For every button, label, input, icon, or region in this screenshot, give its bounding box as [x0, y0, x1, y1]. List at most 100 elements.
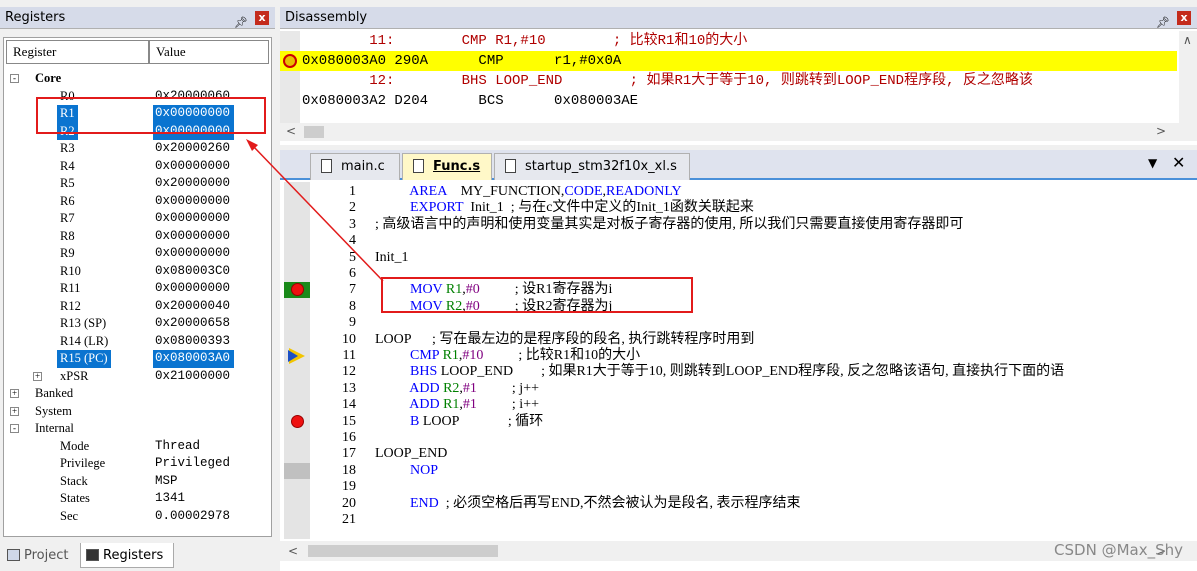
- register-row[interactable]: R10 0x080003C0: [4, 263, 271, 281]
- collapse-icon[interactable]: -: [10, 424, 19, 433]
- code-token: READONLY: [606, 184, 682, 199]
- register-row[interactable]: R4 0x00000000: [4, 158, 271, 176]
- code-line[interactable]: 15 B LOOP ; 循环: [280, 414, 1197, 430]
- scroll-thumb[interactable]: [308, 545, 498, 557]
- code-line[interactable]: 13 ADD R2,#1 ; j++: [280, 381, 1197, 397]
- register-value[interactable]: MSP: [155, 473, 178, 491]
- expand-icon[interactable]: +: [10, 389, 19, 398]
- register-row[interactable]: R8 0x00000000: [4, 228, 271, 246]
- register-row[interactable]: Stack MSP: [4, 473, 271, 491]
- tab-main-c[interactable]: main.c: [310, 153, 400, 180]
- scroll-left-icon[interactable]: <: [288, 544, 298, 558]
- register-value[interactable]: 0x00000000: [155, 193, 230, 211]
- register-row[interactable]: R15 (PC) 0x080003A0: [4, 350, 271, 368]
- register-value[interactable]: 0x20000040: [155, 298, 230, 316]
- register-value[interactable]: 1341: [155, 490, 185, 508]
- register-row[interactable]: R5 0x20000000: [4, 175, 271, 193]
- group-internal[interactable]: - Internal: [4, 420, 271, 438]
- register-value[interactable]: 0.00002978: [155, 508, 230, 526]
- register-row[interactable]: R12 0x20000040: [4, 298, 271, 316]
- code-line[interactable]: 20 END ; 必须空格后再写END,不然会被认为是段名, 表示程序结束: [280, 496, 1197, 512]
- expand-icon[interactable]: +: [33, 371, 42, 381]
- group-banked[interactable]: + Banked: [4, 385, 271, 403]
- disassembly-row[interactable]: 0x080003A2 D204 BCS 0x080003AE: [280, 91, 1177, 111]
- close-tab-icon[interactable]: ✕: [1172, 153, 1185, 172]
- code-line[interactable]: 4: [280, 233, 1197, 249]
- register-value[interactable]: 0x20000260: [155, 140, 230, 158]
- code-line[interactable]: 12 BHS LOOP_END ; 如果R1大于等于10, 则跳转到LOOP_E…: [280, 364, 1197, 380]
- code-line[interactable]: 14 ADD R1,#1 ; i++: [280, 397, 1197, 413]
- code-line[interactable]: 17 LOOP_END: [280, 446, 1197, 462]
- register-value[interactable]: 0x20000658: [155, 315, 230, 333]
- register-row[interactable]: States 1341: [4, 490, 271, 508]
- register-value[interactable]: 0x00000000: [155, 228, 230, 246]
- register-value[interactable]: 0x20000000: [155, 175, 230, 193]
- group-system[interactable]: + System: [4, 403, 271, 421]
- register-value[interactable]: 0x00000000: [155, 210, 230, 228]
- column-header-value[interactable]: Value: [149, 40, 269, 64]
- register-value[interactable]: Privileged: [155, 455, 230, 473]
- code-token: ; 比较R1和10的大小: [483, 348, 641, 363]
- register-value[interactable]: 0x08000393: [155, 333, 230, 351]
- disassembly-vscrollbar[interactable]: ∧: [1179, 31, 1197, 125]
- code-line[interactable]: 2 EXPORT Init_1 ; 与在c文件中定义的Init_1函数关联起来: [280, 200, 1197, 216]
- line-number: 12: [342, 364, 356, 380]
- scroll-up-icon[interactable]: ∧: [1183, 33, 1192, 47]
- tab-startup[interactable]: startup_stm32f10x_xl.s: [494, 153, 690, 180]
- disassembly-hscrollbar[interactable]: < >: [280, 123, 1197, 141]
- code-line[interactable]: 1 AREA MY_FUNCTION,CODE,READONLY: [280, 184, 1197, 200]
- code-line[interactable]: 3 ; 高级语言中的声明和使用变量其实是对板子寄存器的使用, 所以我们只需要直接使…: [280, 217, 1197, 233]
- register-row[interactable]: R14 (LR) 0x08000393: [4, 333, 271, 351]
- tab-dropdown-icon[interactable]: ▼: [1148, 156, 1157, 170]
- expand-icon[interactable]: +: [10, 406, 19, 416]
- group-core[interactable]: - Core: [4, 70, 271, 88]
- register-value[interactable]: Thread: [155, 438, 200, 456]
- column-header-register[interactable]: Register: [6, 40, 149, 64]
- breakpoint-icon[interactable]: [291, 414, 304, 428]
- code-line[interactable]: 21: [280, 512, 1197, 528]
- tab-func-s[interactable]: Func.s: [402, 153, 492, 180]
- pin-icon[interactable]: 📌︎: [234, 12, 248, 34]
- register-value[interactable]: 0x21000000: [155, 368, 230, 386]
- code-line[interactable]: 18 NOP: [280, 462, 1197, 479]
- code-line[interactable]: 10 LOOP ; 写在最左边的是程序段的段名, 执行跳转程序时用到: [280, 332, 1197, 348]
- disassembly-listing[interactable]: 11: CMP R1,#10 ; 比较R1和10的大小 0x080003A0 29…: [280, 31, 1197, 125]
- disassembly-row[interactable]: 12: BHS LOOP_END ; 如果R1大于等于10, 则跳转到LOOP_…: [280, 71, 1177, 91]
- code-token: BHS: [410, 364, 438, 380]
- code-line[interactable]: 16: [280, 430, 1197, 446]
- scroll-left-icon[interactable]: <: [286, 124, 296, 138]
- collapse-icon[interactable]: -: [10, 74, 19, 83]
- scroll-thumb[interactable]: [304, 126, 324, 138]
- register-value[interactable]: 0x080003C0: [155, 263, 230, 281]
- register-row[interactable]: R3 0x20000260: [4, 140, 271, 158]
- disassembly-row[interactable]: 0x080003A0 290A CMP r1,#0x0A: [280, 51, 1177, 71]
- register-name: R15 (PC): [57, 350, 111, 368]
- register-row[interactable]: R11 0x00000000: [4, 280, 271, 298]
- register-row[interactable]: R7 0x00000000: [4, 210, 271, 228]
- code-line[interactable]: 19: [280, 479, 1197, 495]
- register-row[interactable]: R9 0x00000000: [4, 245, 271, 263]
- code-line[interactable]: 11 CMP R1,#10 ; 比较R1和10的大小: [280, 348, 1197, 364]
- scroll-right-icon[interactable]: >: [1156, 124, 1166, 138]
- register-row[interactable]: + xPSR 0x21000000: [4, 368, 271, 386]
- disassembly-title-text: Disassembly: [285, 10, 368, 25]
- code-token: MY_FUNCTION,: [446, 184, 565, 199]
- code-line[interactable]: 5 Init_1: [280, 250, 1197, 266]
- line-number: 8: [349, 298, 356, 314]
- close-icon[interactable]: x: [1177, 11, 1191, 25]
- disassembly-row[interactable]: 11: CMP R1,#10 ; 比较R1和10的大小: [280, 31, 1177, 51]
- register-value[interactable]: 0x00000000: [155, 245, 230, 263]
- register-row[interactable]: R13 (SP) 0x20000658: [4, 315, 271, 333]
- register-row[interactable]: Mode Thread: [4, 438, 271, 456]
- tab-registers[interactable]: Registers: [80, 543, 174, 568]
- register-value[interactable]: 0x00000000: [155, 280, 230, 298]
- close-icon[interactable]: x: [255, 11, 269, 25]
- register-row[interactable]: Privilege Privileged: [4, 455, 271, 473]
- code-editor[interactable]: 1 AREA MY_FUNCTION,CODE,READONLY 2 EXPORT…: [280, 182, 1197, 539]
- code-line[interactable]: 9: [280, 315, 1197, 331]
- register-value[interactable]: 0x080003A0: [153, 350, 235, 368]
- register-row[interactable]: R6 0x00000000: [4, 193, 271, 211]
- register-row[interactable]: Sec 0.00002978: [4, 508, 271, 526]
- tab-project[interactable]: Project: [2, 543, 76, 568]
- register-value[interactable]: 0x00000000: [155, 158, 230, 176]
